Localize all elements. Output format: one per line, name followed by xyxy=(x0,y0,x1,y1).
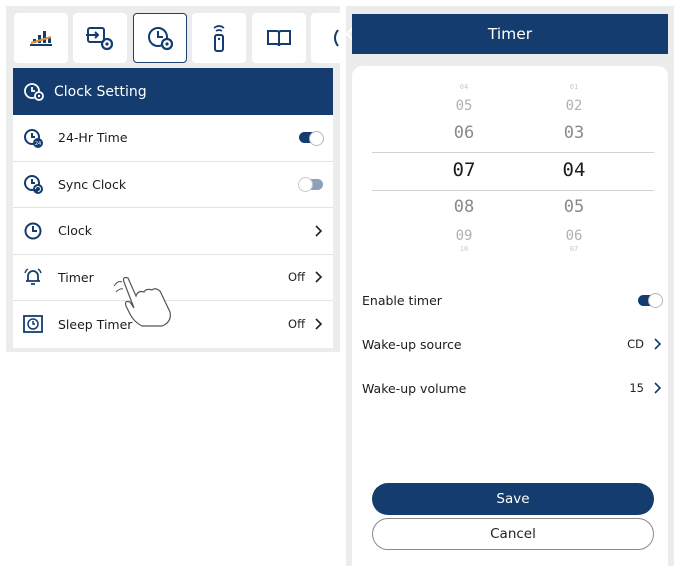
equalizer-icon xyxy=(30,31,52,46)
wake-volume-row[interactable]: Wake-up volume 15 xyxy=(362,374,662,402)
tab-clock-settings[interactable] xyxy=(133,13,187,63)
chevron-right-icon xyxy=(315,225,323,237)
minute-option[interactable]: 01 xyxy=(544,84,604,90)
selected-hour[interactable]: 07 xyxy=(434,159,494,181)
timer-status: Off xyxy=(288,270,305,285)
minute-option[interactable]: 06 xyxy=(544,228,604,244)
tab-equalizer[interactable] xyxy=(14,13,68,63)
24hr-toggle[interactable] xyxy=(299,130,324,146)
chevron-right-icon xyxy=(654,382,662,394)
hour-option[interactable]: 04 xyxy=(434,84,494,90)
setting-label: Timer xyxy=(58,269,94,285)
chevron-right-icon xyxy=(315,271,323,283)
clock-24-icon: 24 xyxy=(22,127,44,149)
remote-icon xyxy=(213,25,225,52)
category-tabs xyxy=(6,6,340,70)
partial-icon xyxy=(334,29,339,47)
sleep-timer-icon xyxy=(22,313,44,335)
timer-header: Timer xyxy=(352,14,668,54)
enable-timer-label: Enable timer xyxy=(362,292,442,308)
selection-line-bottom xyxy=(372,190,654,191)
setting-label: Sync Clock xyxy=(58,176,127,192)
enable-timer-toggle[interactable] xyxy=(638,293,663,308)
hour-option[interactable]: 06 xyxy=(434,123,494,143)
tab-remote[interactable] xyxy=(192,13,246,63)
selected-minute[interactable]: 04 xyxy=(544,159,604,181)
timer-body: 04 05 06 07 08 09 10 01 02 03 04 05 06 0… xyxy=(352,66,668,566)
timer-screen: Timer 04 05 06 07 08 09 10 01 02 03 04 0… xyxy=(345,6,674,566)
panel-header: Clock Setting xyxy=(13,68,333,115)
tab-manual[interactable] xyxy=(252,13,306,63)
sync-clock-icon xyxy=(22,173,44,195)
minute-option[interactable]: 02 xyxy=(544,98,604,114)
wake-volume-label: Wake-up volume xyxy=(362,380,467,396)
chevron-right-icon xyxy=(315,318,323,330)
setting-row-clock[interactable]: Clock xyxy=(13,208,333,255)
tab-input-settings[interactable] xyxy=(73,13,127,63)
tap-hand-icon xyxy=(113,276,171,327)
setting-row-24hr[interactable]: 24 24-Hr Time xyxy=(13,115,333,162)
alarm-bell-icon xyxy=(22,266,44,288)
setting-label: Clock xyxy=(58,223,92,239)
wake-volume-value: 15 xyxy=(629,381,644,395)
cancel-button[interactable]: Cancel xyxy=(372,518,654,550)
wake-source-label: Wake-up source xyxy=(362,336,462,352)
minute-option[interactable]: 07 xyxy=(544,246,604,252)
save-button[interactable]: Save xyxy=(372,483,654,515)
sleep-timer-status: Off xyxy=(288,317,305,332)
setting-row-sync-clock[interactable]: Sync Clock xyxy=(13,162,333,208)
hour-option[interactable]: 10 xyxy=(434,246,494,252)
wake-source-value: CD xyxy=(627,337,644,351)
panel-title: Clock Setting xyxy=(54,83,147,100)
hour-option[interactable]: 08 xyxy=(434,197,494,217)
tab-more[interactable] xyxy=(311,13,340,63)
chevron-right-icon xyxy=(654,338,662,350)
clock-settings-icon xyxy=(148,27,174,51)
selection-line-top xyxy=(372,152,654,153)
input-settings-icon xyxy=(86,27,114,51)
hour-option[interactable]: 05 xyxy=(434,98,494,114)
clock-settings-icon xyxy=(24,82,44,101)
sync-clock-toggle[interactable] xyxy=(298,177,323,193)
minute-option[interactable]: 03 xyxy=(544,123,604,143)
book-icon xyxy=(267,30,291,47)
setting-label: 24-Hr Time xyxy=(58,130,128,146)
hour-option[interactable]: 09 xyxy=(434,228,494,244)
page-title: Timer xyxy=(487,25,533,43)
svg-text:24: 24 xyxy=(35,141,41,147)
time-picker[interactable]: 04 05 06 07 08 09 10 01 02 03 04 05 06 0… xyxy=(372,66,654,256)
clock-settings-pane: Clock Setting 24 24-Hr Time Sync Clock C… xyxy=(6,6,340,352)
wake-source-row[interactable]: Wake-up source CD xyxy=(362,330,662,358)
enable-timer-row[interactable]: Enable timer xyxy=(362,286,663,314)
clock-icon xyxy=(22,220,44,242)
minute-option[interactable]: 05 xyxy=(544,197,604,217)
